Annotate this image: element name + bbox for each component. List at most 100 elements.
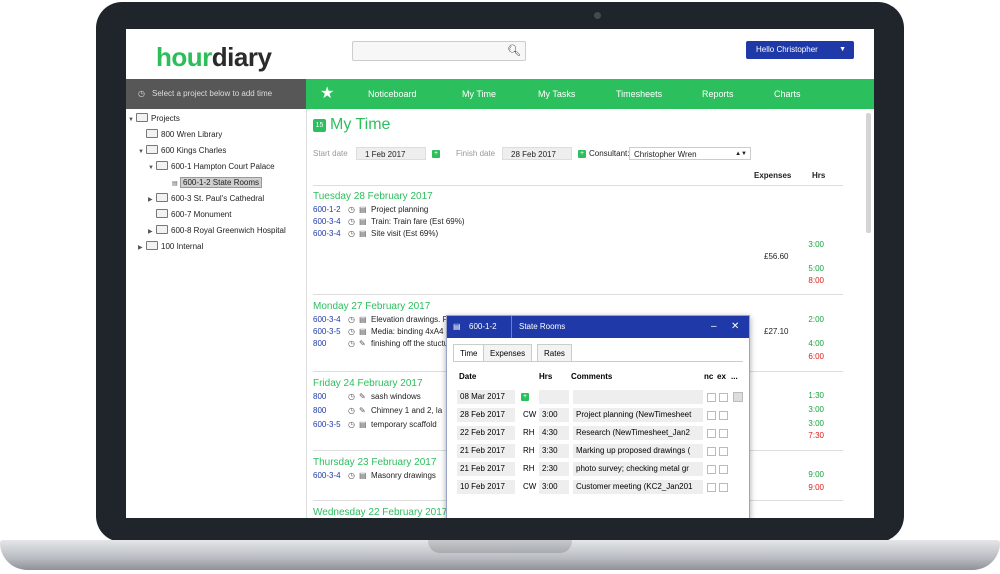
camera-dot: [594, 12, 601, 19]
pencil-icon: ✎: [359, 406, 366, 415]
minimize-icon[interactable]: –: [711, 316, 717, 338]
nc-checkbox[interactable]: [707, 447, 716, 456]
finish-date-label: Finish date: [456, 149, 496, 158]
new-comment-input[interactable]: [573, 390, 703, 404]
day-heading: Friday 24 February 2017: [313, 378, 423, 389]
clock-icon: ◷: [348, 217, 355, 226]
logo[interactable]: hourdiary: [156, 42, 272, 73]
search-input[interactable]: 🔍︎: [352, 41, 526, 61]
nc-checkbox[interactable]: [707, 483, 716, 492]
nc-checkbox[interactable]: [707, 393, 716, 402]
col-hrs: Hrs: [539, 372, 553, 381]
new-entry-row: 08 Mar 2017 +: [457, 390, 743, 404]
hours-value: 3:00: [808, 405, 824, 414]
hours-value: 5:00: [808, 264, 824, 273]
expand-icon[interactable]: ▼: [138, 146, 146, 158]
chevron-down-icon: ▲▼: [735, 151, 747, 157]
save-entry-button[interactable]: [733, 392, 743, 402]
new-date-input[interactable]: 08 Mar 2017: [457, 390, 515, 404]
nc-checkbox[interactable]: [707, 465, 716, 474]
ex-checkbox[interactable]: [719, 411, 728, 420]
start-date-picker-icon[interactable]: +: [432, 150, 440, 158]
document-icon: ▤: [359, 471, 367, 480]
folder-icon: [156, 161, 168, 170]
time-entry-row[interactable]: 600-3-4 ◷ ▤ Train: Train fare (Est 69%): [313, 216, 843, 228]
tree-item[interactable]: ▼ 600 Kings Charles: [138, 145, 226, 158]
day-total-hours: 7:30: [808, 431, 824, 440]
clock-icon: ◷: [348, 392, 355, 401]
expand-icon[interactable]: ▶: [148, 194, 156, 206]
nc-checkbox[interactable]: [707, 429, 716, 438]
nav-noticeboard[interactable]: Noticeboard: [368, 79, 417, 109]
ex-checkbox[interactable]: [719, 447, 728, 456]
folder-icon: [156, 209, 168, 218]
add-entry-button[interactable]: +: [521, 393, 529, 401]
nav-timesheets[interactable]: Timesheets: [616, 79, 662, 109]
popup-header: ▤ 600-1-2 State Rooms – ✕: [447, 316, 749, 338]
tree-item[interactable]: ▼ 600-1 Hampton Court Palace: [148, 161, 275, 174]
close-icon[interactable]: ✕: [731, 316, 739, 338]
expand-icon[interactable]: ▼: [128, 114, 136, 126]
ex-checkbox[interactable]: [719, 465, 728, 474]
expense-total: £27.10: [764, 327, 789, 336]
tab-expenses[interactable]: Expenses: [483, 344, 533, 362]
hours-value: 3:00: [808, 419, 824, 428]
page-title: My Time: [330, 116, 391, 133]
clock-icon: ◷: [348, 229, 355, 238]
time-entry-row[interactable]: 21 Feb 2017 RH 2:30 photo survey; checki…: [457, 462, 742, 476]
new-hours-input[interactable]: [539, 390, 569, 404]
tab-rates[interactable]: Rates: [537, 344, 572, 362]
document-icon: ▤: [359, 315, 367, 324]
ex-checkbox[interactable]: [719, 483, 728, 492]
ex-checkbox[interactable]: [719, 429, 728, 438]
star-icon[interactable]: ★: [320, 83, 334, 103]
search-icon[interactable]: 🔍︎: [507, 44, 521, 57]
hours-value: 4:00: [808, 339, 824, 348]
consultant-select[interactable]: Christopher Wren ▲▼: [629, 147, 751, 160]
main-scrollbar[interactable]: [866, 113, 871, 233]
nav-charts[interactable]: Charts: [774, 79, 801, 109]
tab-time[interactable]: Time: [453, 344, 485, 362]
nc-checkbox[interactable]: [707, 411, 716, 420]
expand-icon[interactable]: ▼: [148, 162, 156, 174]
tree-item[interactable]: ▶ 600-8 Royal Greenwich Hospital: [148, 225, 286, 238]
time-entry-row[interactable]: 10 Feb 2017 CW 3:00 Customer meeting (KC…: [457, 480, 742, 494]
user-menu-button[interactable]: Hello Christopher ▼: [746, 41, 854, 59]
app-header: hourdiary 🔍︎ Hello Christopher ▼: [126, 29, 874, 79]
tree-item[interactable]: ▶ 100 Internal: [138, 241, 203, 254]
folder-icon: [156, 225, 168, 234]
tree-item[interactable]: 600-7 Monument: [148, 209, 231, 221]
nav-my-tasks[interactable]: My Tasks: [538, 79, 575, 109]
time-entry-row[interactable]: 21 Feb 2017 RH 3:30 Marking up proposed …: [457, 444, 742, 458]
expand-icon[interactable]: ▶: [138, 242, 146, 254]
clock-icon: ◷: [348, 205, 355, 214]
day-total-hours: 6:00: [808, 352, 824, 361]
time-entry-row[interactable]: 22 Feb 2017 RH 4:30 Research (NewTimeshe…: [457, 426, 742, 440]
time-entry-row[interactable]: 600-3-4 ◷ ▤ Site visit (Est 69%): [313, 228, 843, 240]
finish-date-picker-icon[interactable]: +: [578, 150, 586, 158]
tree-item[interactable]: 800 Wren Library: [138, 129, 222, 141]
app-screen: hourdiary 🔍︎ Hello Christopher ▼ ◷ Selec…: [126, 29, 874, 518]
day-total-hours: 9:00: [808, 483, 824, 492]
finish-date-input[interactable]: 28 Feb 2017: [502, 147, 572, 160]
start-date-input[interactable]: 1 Feb 2017: [356, 147, 426, 160]
hours-value: 3:00: [808, 240, 824, 249]
tree-item[interactable]: ▶ 600-3 St. Paul's Cathedral: [148, 193, 264, 206]
time-entry-row[interactable]: 28 Feb 2017 CW 3:00 Project planning (Ne…: [457, 408, 742, 422]
nav-my-time[interactable]: My Time: [462, 79, 496, 109]
nav-reports[interactable]: Reports: [702, 79, 734, 109]
clock-icon: ◷: [348, 315, 355, 324]
tree-item-selected[interactable]: ▤ 600-1-2 State Rooms: [164, 177, 263, 190]
ex-checkbox[interactable]: [719, 393, 728, 402]
time-entry-row[interactable]: 600-1-2 ◷ ▤ Project planning: [313, 204, 843, 216]
expand-icon[interactable]: ▶: [148, 226, 156, 238]
tree-item[interactable]: ▼ Projects: [128, 113, 180, 126]
project-tree: ▼ Projects 800 Wren Library ▼ 600 Kings Ch…: [126, 109, 307, 518]
document-icon: ▤: [359, 229, 367, 238]
col-comments: Comments: [571, 372, 613, 381]
folder-icon: [136, 113, 148, 122]
clock-icon: ◷: [348, 406, 355, 415]
col-nc: nc: [704, 372, 714, 381]
hours-value: 2:00: [808, 315, 824, 324]
document-icon: ▤: [172, 181, 178, 187]
